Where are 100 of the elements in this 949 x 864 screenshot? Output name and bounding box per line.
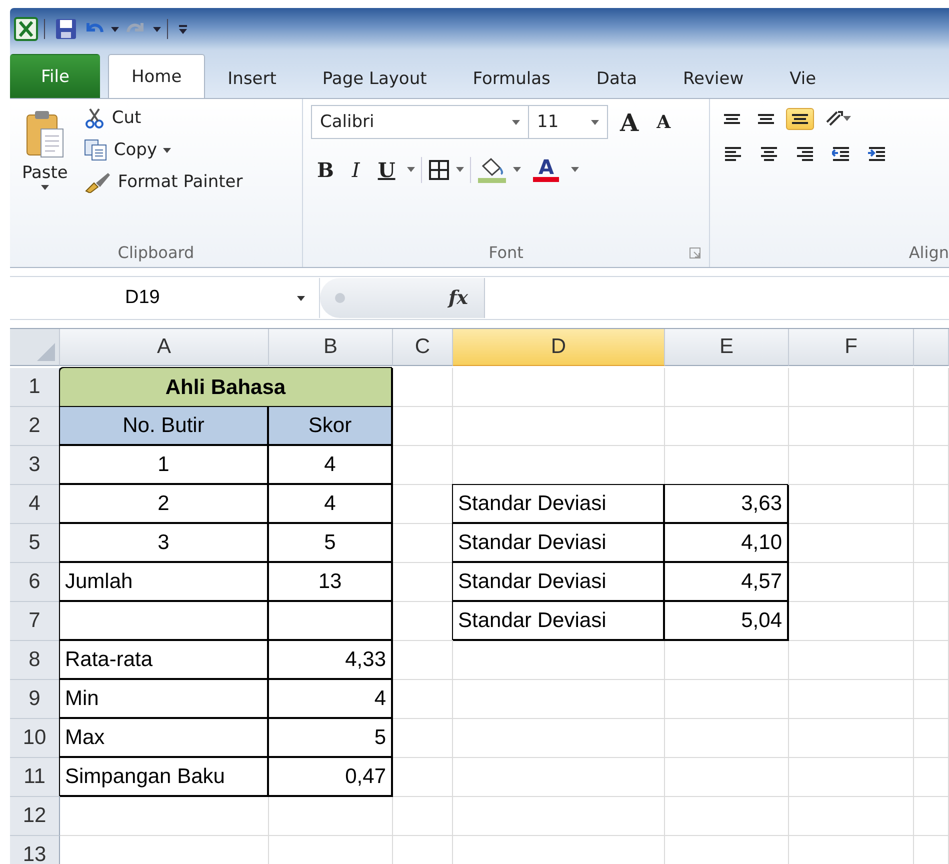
table-cell: [914, 524, 949, 563]
table-cell: 4: [269, 485, 393, 524]
scissors-icon: [84, 107, 106, 129]
table-cell: 4,57: [665, 563, 789, 602]
table-cell: [914, 602, 949, 641]
spreadsheet-logo-icon[interactable]: [14, 17, 38, 41]
row-header[interactable]: 11: [10, 758, 60, 797]
row-header[interactable]: 5: [10, 524, 60, 563]
caret-icon[interactable]: [512, 120, 520, 124]
align-center-icon: [760, 146, 778, 161]
column-header[interactable]: F: [789, 329, 914, 366]
italic-button[interactable]: I: [346, 156, 366, 184]
column-header[interactable]: E: [665, 329, 789, 366]
table-cell: Simpangan Baku: [60, 758, 269, 797]
table-cell: Rata-rata: [60, 641, 269, 680]
table-cell: 4,10: [665, 524, 789, 563]
column-header[interactable]: C: [393, 329, 453, 366]
color-swatch-icon: [533, 177, 560, 182]
table-cell: [393, 641, 453, 680]
cut-button[interactable]: Cut: [82, 105, 245, 131]
caret-icon[interactable]: [407, 167, 416, 172]
align-left-icon: [724, 146, 742, 161]
table-cell: [914, 368, 949, 407]
table-cell: [914, 485, 949, 524]
paste-button[interactable]: Paste: [18, 105, 72, 237]
caret-icon[interactable]: [456, 167, 464, 172]
caret-icon[interactable]: [843, 116, 851, 121]
table-cell: 3: [60, 524, 269, 563]
row-header[interactable]: 10: [10, 719, 60, 758]
row-header[interactable]: 4: [10, 485, 60, 524]
column-header[interactable]: B: [269, 329, 393, 366]
table-cell: Ahli Bahasa: [60, 368, 393, 410]
ribbon-tab[interactable]: Data: [573, 58, 660, 98]
caret-icon[interactable]: [297, 296, 305, 300]
file-tab[interactable]: File: [10, 54, 100, 98]
font-name-field[interactable]: Calibri: [311, 105, 529, 139]
row-header[interactable]: 8: [10, 641, 60, 680]
caret-icon[interactable]: [571, 167, 580, 172]
table-cell: Max: [60, 719, 269, 758]
row-header[interactable]: 6: [10, 563, 60, 602]
table-cell: Standar Deviasi: [453, 602, 665, 641]
row-header[interactable]: 3: [10, 446, 60, 485]
underline-button[interactable]: U: [372, 156, 402, 184]
painter-button[interactable]: Format Painter: [82, 169, 245, 195]
caret-icon[interactable]: [163, 148, 172, 152]
font-size-field[interactable]: 11: [528, 105, 608, 139]
caret-icon[interactable]: [153, 26, 161, 32]
copy-button[interactable]: Copy: [82, 137, 245, 163]
row-header[interactable]: 9: [10, 680, 60, 719]
fill-bucket-icon[interactable]: [477, 156, 508, 184]
caret-icon[interactable]: [513, 167, 522, 172]
column-header[interactable]: A: [60, 329, 269, 366]
table-cell: Standar Deviasi: [453, 563, 665, 602]
table-cell: [393, 680, 453, 719]
insert-function-button[interactable]: fx: [442, 286, 474, 310]
ribbon-tab[interactable]: Vie: [766, 58, 840, 98]
table-cell: 4: [269, 446, 393, 485]
table-cell: [914, 563, 949, 602]
ribbon-tab[interactable]: Formulas: [450, 58, 574, 98]
align-bottom-icon: [792, 114, 808, 124]
borders-icon[interactable]: [428, 158, 450, 180]
row-header[interactable]: 13: [10, 836, 60, 864]
font-color-button[interactable]: A: [527, 155, 566, 184]
row-header[interactable]: 1: [10, 368, 60, 407]
shrink-font-button[interactable]: A: [650, 110, 677, 134]
grip-icon: [334, 292, 346, 304]
customize-icon[interactable]: [178, 24, 188, 34]
ribbon-tab[interactable]: Insert: [204, 58, 300, 98]
table-cell: [393, 446, 453, 485]
column-header[interactable]: D: [453, 329, 665, 366]
increase-indent-icon: [868, 146, 886, 161]
table-cell: 4,33: [269, 641, 393, 680]
ribbon-tab[interactable]: Home: [108, 54, 205, 98]
group-label: Font: [488, 242, 524, 262]
save-icon[interactable]: [55, 18, 77, 40]
table-cell: Standar Deviasi: [453, 524, 665, 563]
launcher-icon[interactable]: [689, 247, 701, 259]
text-angle-icon: [826, 111, 843, 126]
table-cell: [914, 446, 949, 485]
grow-font-button[interactable]: A: [614, 106, 645, 138]
ribbon-tab[interactable]: Page Layout: [299, 58, 450, 98]
caret-icon[interactable]: [111, 26, 119, 32]
caret-icon[interactable]: [40, 185, 49, 190]
table-cell: 5: [269, 719, 393, 758]
table-cell: [914, 641, 949, 680]
bold-button[interactable]: B: [311, 156, 340, 184]
copy-icon: [84, 139, 108, 161]
ribbon-tab[interactable]: Review: [660, 58, 767, 98]
name-box[interactable]: D19: [10, 278, 320, 318]
row-header[interactable]: 7: [10, 602, 60, 641]
table-cell: Skor: [269, 407, 393, 446]
align-top-icon: [724, 114, 740, 124]
alignment-button[interactable]: [786, 108, 814, 130]
row-header[interactable]: 12: [10, 797, 60, 836]
row-header[interactable]: 2: [10, 407, 60, 446]
table-cell: [914, 797, 949, 836]
table-cell: 3,63: [665, 485, 789, 524]
align-right-icon: [796, 146, 814, 161]
group-label: Align: [908, 242, 949, 262]
caret-icon[interactable]: [591, 120, 599, 124]
